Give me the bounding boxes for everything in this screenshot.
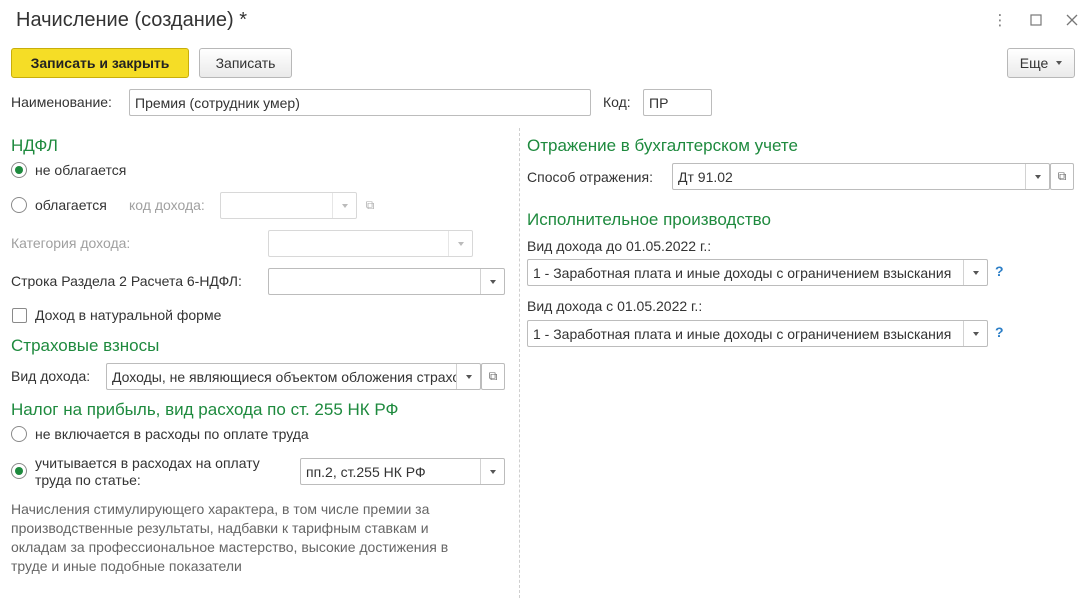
income-category-dropdown[interactable] <box>448 231 472 256</box>
code-value: ПР <box>649 94 669 111</box>
natural-form-checkbox[interactable] <box>12 307 27 323</box>
save-button[interactable]: Записать <box>199 48 292 78</box>
insurance-income-type-field[interactable]: Доходы, не являющиеся объектом обложения… <box>106 363 481 390</box>
profit-tax-note: Начисления стимулирующего характера, в т… <box>11 501 449 574</box>
accounting-section-title: Отражение в бухгалтерском учете <box>527 136 798 155</box>
help-icon[interactable]: ? <box>995 324 1004 340</box>
enforcement-before-field[interactable]: 1 - Заработная плата и иные доходы с огр… <box>527 259 988 286</box>
natural-form-option[interactable]: Доход в натуральной форме <box>12 307 221 323</box>
chevron-down-icon <box>972 331 979 336</box>
column-divider <box>519 128 520 598</box>
more-button[interactable]: Еще <box>1007 48 1075 78</box>
code-field[interactable]: ПР <box>643 89 712 116</box>
ndfl-section-title: НДФЛ <box>11 136 58 155</box>
more-vert-icon[interactable]: ⋮ <box>992 12 1008 29</box>
profit-tax-article-dropdown[interactable] <box>480 459 504 484</box>
row-6ndfl-label: Строка Раздела 2 Расчета 6-НДФЛ: <box>11 273 242 289</box>
chevron-down-icon <box>1056 61 1063 65</box>
insurance-section-title: Страховые взносы <box>11 336 160 355</box>
accounting-method-dropdown[interactable] <box>1025 164 1049 189</box>
accounting-method-field[interactable]: Дт 91.02 <box>672 163 1050 190</box>
insurance-income-type-label: Вид дохода: <box>11 368 91 384</box>
profit-tax-included-radio[interactable] <box>11 463 27 479</box>
chevron-down-icon <box>457 241 464 246</box>
ndfl-not-taxed-radio[interactable] <box>11 162 27 178</box>
enforcement-after-field[interactable]: 1 - Заработная плата и иные доходы с огр… <box>527 320 988 347</box>
income-category-value <box>269 231 448 256</box>
window-controls: ⋮ <box>992 12 1080 29</box>
open-form-icon[interactable]: ⧉ <box>481 363 505 390</box>
profit-tax-not-included-option[interactable]: не включается в расходы по оплате труда <box>11 426 309 442</box>
more-button-label: Еще <box>1019 55 1049 71</box>
income-code-dropdown[interactable] <box>332 193 356 218</box>
name-field[interactable]: Премия (сотрудник умер) <box>129 89 591 116</box>
income-code-label: код дохода: <box>129 197 205 213</box>
profit-tax-not-included-label: не включается в расходы по оплате труда <box>35 426 309 442</box>
row-6ndfl-dropdown[interactable] <box>480 269 504 294</box>
chevron-down-icon <box>341 203 348 208</box>
accounting-method-value: Дт 91.02 <box>678 168 733 185</box>
open-form-icon[interactable]: ⧉ <box>358 192 382 219</box>
ndfl-not-taxed-option[interactable]: не облагается <box>11 162 126 178</box>
profit-tax-not-included-radio[interactable] <box>11 426 27 442</box>
ndfl-taxed-label: облагается <box>35 197 107 213</box>
window-title: Начисление (создание) * <box>16 9 248 31</box>
maximize-icon[interactable] <box>1028 12 1044 28</box>
income-code-value <box>221 193 332 218</box>
enforcement-after-value: 1 - Заработная плата и иные доходы с огр… <box>533 325 952 342</box>
chevron-down-icon <box>465 374 472 379</box>
profit-tax-included-label: учитывается в расходах на оплату труда п… <box>35 455 260 488</box>
enforcement-before-value: 1 - Заработная плата и иные доходы с огр… <box>533 264 952 281</box>
row-6ndfl-value <box>269 269 480 294</box>
chevron-down-icon <box>972 270 979 275</box>
ndfl-taxed-option[interactable]: облагается <box>11 197 107 213</box>
ndfl-taxed-radio[interactable] <box>11 197 27 213</box>
enforcement-after-label: Вид дохода с 01.05.2022 г.: <box>527 298 703 314</box>
chevron-down-icon <box>489 469 496 474</box>
name-value: Премия (сотрудник умер) <box>135 94 300 111</box>
profit-tax-section-title: Налог на прибыль, вид расхода по ст. 255… <box>11 400 399 419</box>
income-category-label: Категория дохода: <box>11 235 131 251</box>
chevron-down-icon <box>489 279 496 284</box>
ndfl-not-taxed-label: не облагается <box>35 162 127 178</box>
save-and-close-button[interactable]: Записать и закрыть <box>11 48 189 78</box>
close-icon[interactable] <box>1064 12 1080 28</box>
income-code-field[interactable] <box>220 192 357 219</box>
open-form-icon[interactable]: ⧉ <box>1050 163 1074 190</box>
chevron-down-icon <box>1034 174 1041 179</box>
enforcement-section-title: Исполнительное производство <box>527 210 771 229</box>
profit-tax-article-value: пп.2, ст.255 НК РФ <box>306 463 426 480</box>
help-icon[interactable]: ? <box>995 263 1004 279</box>
income-category-field[interactable] <box>268 230 473 257</box>
enforcement-before-label: Вид дохода до 01.05.2022 г.: <box>527 238 712 254</box>
insurance-income-type-dropdown[interactable] <box>456 364 480 389</box>
enforcement-after-dropdown[interactable] <box>963 321 987 346</box>
profit-tax-article-field[interactable]: пп.2, ст.255 НК РФ <box>300 458 505 485</box>
natural-form-label: Доход в натуральной форме <box>35 307 222 323</box>
accounting-method-label: Способ отражения: <box>527 169 653 185</box>
profit-tax-included-option[interactable] <box>11 463 27 479</box>
code-label: Код: <box>603 94 631 110</box>
insurance-income-type-value: Доходы, не являющиеся объектом обложения… <box>112 368 456 385</box>
row-6ndfl-field[interactable] <box>268 268 505 295</box>
name-label: Наименование: <box>11 94 112 110</box>
enforcement-before-dropdown[interactable] <box>963 260 987 285</box>
